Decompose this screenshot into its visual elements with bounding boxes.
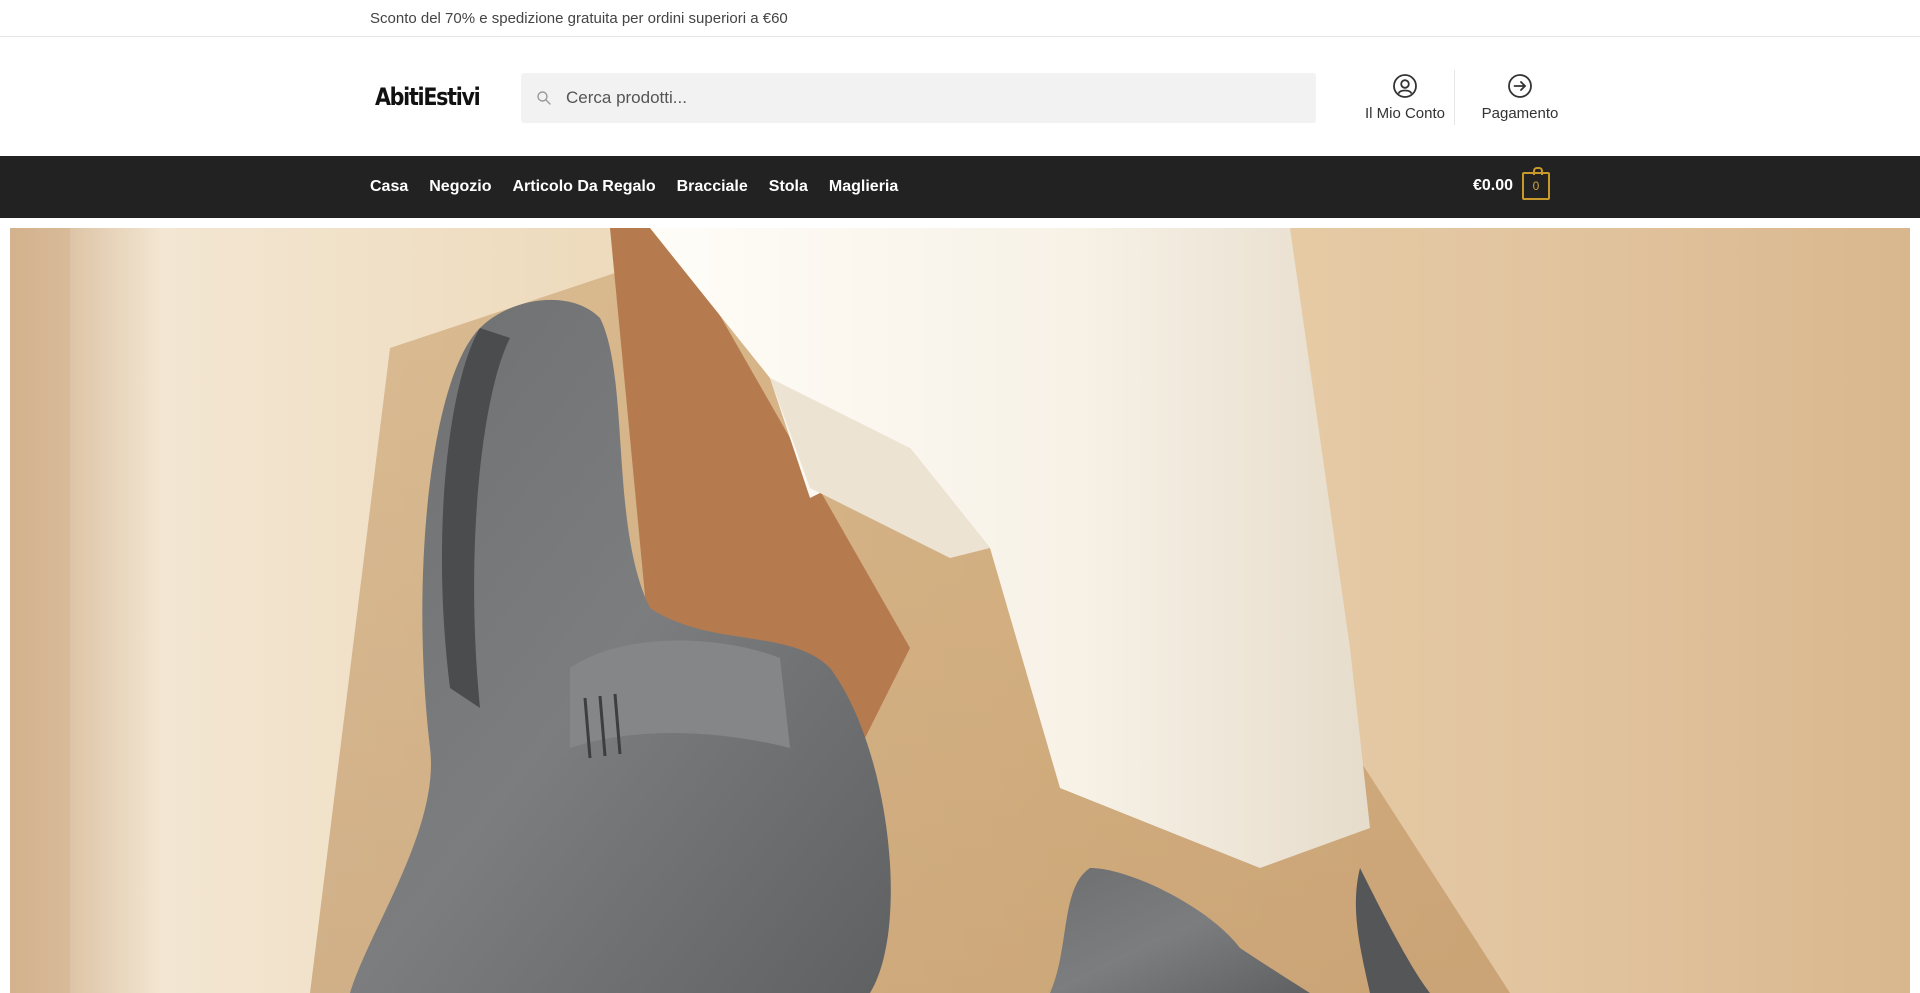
cart-count: 0 [1532,179,1540,193]
main-nav: Casa Negozio Articolo Da Regalo Braccial… [0,156,1920,218]
search-input[interactable] [566,88,1266,108]
nav-item-negozio[interactable]: Negozio [429,178,491,196]
nav-item-stola[interactable]: Stola [769,178,808,196]
site-header: AbitiEstivi Il Mio Conto Pagament [0,37,1920,156]
header-divider [1454,70,1455,125]
promo-bar: Sconto del 70% e spedizione gratuita per… [0,0,1920,37]
nav-item-maglieria[interactable]: Maglieria [829,178,898,196]
site-logo[interactable]: AbitiEstivi [375,83,481,111]
arrow-right-circle-icon [1508,74,1532,98]
cart-button[interactable]: €0.00 0 [1472,167,1550,200]
nav-item-casa[interactable]: Casa [370,178,408,196]
shopping-bag-icon: 0 [1522,167,1550,200]
nav-item-bracciale[interactable]: Bracciale [677,178,748,196]
search-bar [521,73,1316,123]
my-account-link[interactable]: Il Mio Conto [1350,73,1460,133]
nav-item-articolo-da-regalo[interactable]: Articolo Da Regalo [512,178,655,196]
checkout-link[interactable]: Pagamento [1470,73,1570,133]
cart-total: €0.00 [1472,177,1513,194]
checkout-label: Pagamento [1481,105,1559,122]
user-circle-icon [1393,74,1417,98]
hero-image [10,228,1910,993]
search-icon [537,91,551,105]
promo-text: Sconto del 70% e spedizione gratuita per… [370,9,788,27]
hero-banner[interactable] [10,228,1910,993]
my-account-label: Il Mio Conto [1364,105,1446,122]
